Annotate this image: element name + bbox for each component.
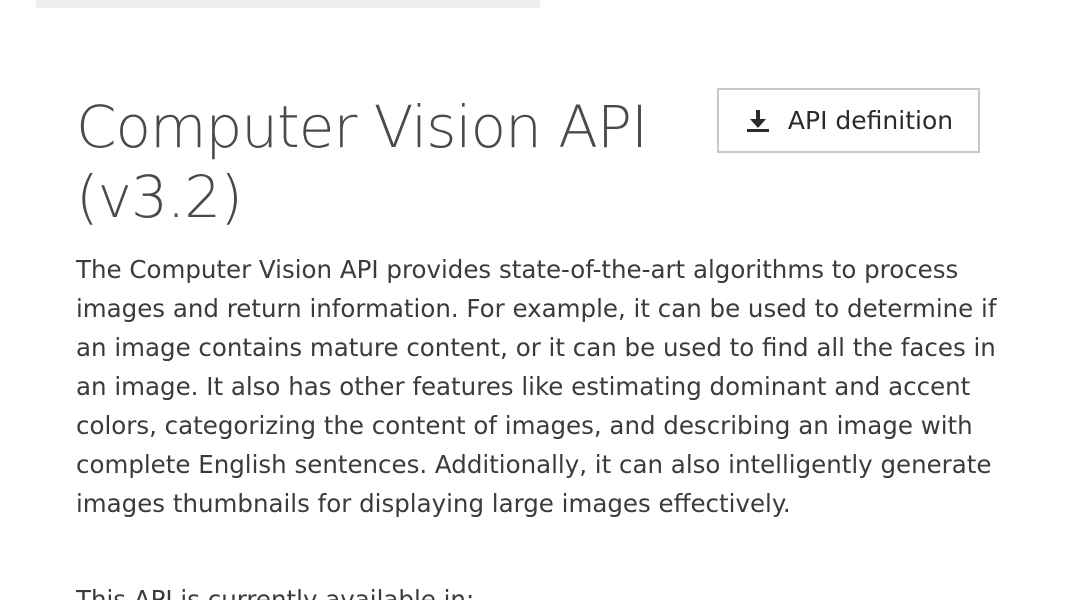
page-title: Computer Vision API (v3.2) <box>76 93 648 231</box>
download-icon <box>744 107 772 135</box>
api-docs-page: Computer Vision API (v3.2) API definitio… <box>0 0 1076 600</box>
api-definition-label: API definition <box>787 106 954 135</box>
availability-text: This API is currently available in: <box>76 585 475 600</box>
api-description: The Computer Vision API provides state-o… <box>76 255 997 518</box>
top-bar <box>36 0 540 8</box>
api-definition-button[interactable]: API definition <box>717 88 980 153</box>
